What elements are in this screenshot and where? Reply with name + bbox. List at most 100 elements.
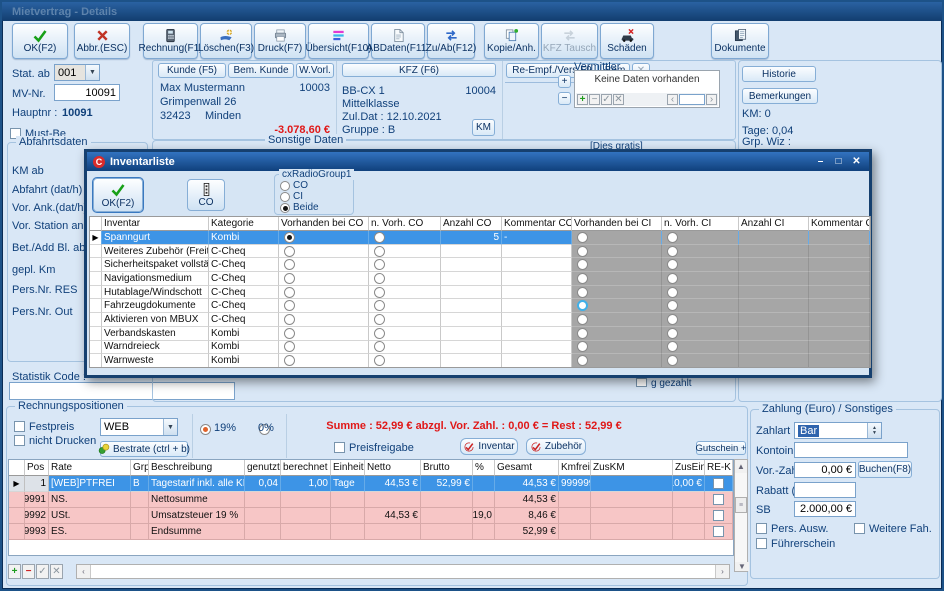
- inventar-button[interactable]: Inventar: [460, 438, 518, 455]
- inv-radio-co_vorhanden[interactable]: [284, 232, 295, 243]
- positions-vscrollbar[interactable]: ▲ ≡ ▼: [734, 459, 748, 572]
- pers-ausw-checkbox[interactable]: [756, 523, 767, 534]
- inv-radio-co_vorhanden[interactable]: [284, 259, 295, 270]
- toolbar-button-l-schen-f3[interactable]: Löschen(F3): [200, 23, 252, 59]
- inv-radio-co_vorhanden[interactable]: [284, 314, 295, 325]
- gutschein-button[interactable]: Gutschein +: [696, 441, 746, 455]
- scroll-left-icon[interactable]: ‹: [77, 565, 91, 578]
- position-row-ust[interactable]: 99992USt.Umsatzsteuer 19 %44,53 €19,08,4…: [9, 508, 733, 524]
- inv-radio-co_n_vorh[interactable]: [374, 259, 385, 270]
- bem-kunde-button[interactable]: Bem. Kunde: [228, 63, 294, 78]
- zahlart-combo[interactable]: Bar ▲▼: [794, 422, 882, 439]
- toolbar-button-dokumente[interactable]: Dokumente: [711, 23, 769, 59]
- inv-radio-co_vorhanden[interactable]: [284, 287, 295, 298]
- zubehoer-button[interactable]: Zubehör: [526, 438, 586, 455]
- inv-radio-ci_n_vorh[interactable]: [667, 232, 678, 243]
- rabatt-input[interactable]: [794, 482, 856, 498]
- position-row-es[interactable]: 99993ES.Endsumme52,99 €: [9, 524, 733, 540]
- preisfreigabe-checkbox[interactable]: [334, 442, 345, 453]
- position-row-web-ptfrei[interactable]: ▶1[WEB]PTFREIBTagestarif inkl. alle KM0,…: [9, 476, 733, 492]
- toolbar-button-bersicht-f10[interactable]: Übersicht(F10): [308, 23, 369, 59]
- inv-radio-co_n_vorh[interactable]: [374, 246, 385, 257]
- re-k-checkbox[interactable]: [713, 478, 724, 489]
- mv-nr-input[interactable]: [54, 84, 120, 101]
- row-confirm-icon[interactable]: ✓: [36, 564, 49, 579]
- inv-radio-co_vorhanden[interactable]: [284, 246, 295, 257]
- inventory-row-aktivieren-von-mbux[interactable]: Aktivieren von MBUXC-Cheq: [90, 313, 870, 327]
- bestrate-button[interactable]: Bestrate (ctrl + b): [100, 441, 188, 457]
- inv-radio-ci_vorhanden[interactable]: [577, 341, 588, 352]
- inventory-row-hutablage-windschott[interactable]: Hutablage/WindschottC-Cheq: [90, 286, 870, 300]
- nicht-drucken-checkbox[interactable]: [14, 435, 25, 446]
- re-k-checkbox[interactable]: [713, 494, 724, 505]
- inventory-row-spanngurt[interactable]: ▶SpanngurtKombi5-: [90, 231, 870, 245]
- sb-input[interactable]: [794, 501, 856, 517]
- km-button[interactable]: KM: [472, 119, 495, 136]
- vermittler-page-field[interactable]: [679, 94, 705, 105]
- inv-radio-ci_vorhanden[interactable]: [577, 287, 588, 298]
- scroll-up-icon[interactable]: ▲: [735, 460, 747, 473]
- inv-radio-co_n_vorh[interactable]: [374, 328, 385, 339]
- toolbar-button-rechnung-f1[interactable]: Rechnung(F1): [143, 23, 198, 59]
- minimize-icon[interactable]: –: [814, 156, 827, 167]
- inv-radio-co_n_vorh[interactable]: [374, 273, 385, 284]
- kfz-button[interactable]: KFZ (F6): [342, 63, 496, 77]
- maximize-icon[interactable]: □: [832, 156, 845, 167]
- scroll-down-icon[interactable]: ▼: [735, 562, 749, 571]
- inventory-row-weiteres-zubeh-r-freitext[interactable]: Weiteres Zubehör (Freitext)C-Cheq: [90, 245, 870, 259]
- kontoinh-input[interactable]: [794, 442, 908, 458]
- vermittler-plus-button[interactable]: +: [558, 75, 571, 88]
- prev-icon[interactable]: ‹: [667, 94, 678, 105]
- inv-radio-ci_n_vorh[interactable]: [667, 273, 678, 284]
- kunde-button[interactable]: Kunde (F5): [158, 63, 226, 78]
- inv-radio-ci_vorhanden[interactable]: [577, 300, 588, 311]
- inv-radio-ci_vorhanden[interactable]: [577, 314, 588, 325]
- dialog-co-button[interactable]: CO: [187, 179, 225, 211]
- inv-radio-ci_n_vorh[interactable]: [667, 259, 678, 270]
- inv-radio-ci_n_vorh[interactable]: [667, 287, 678, 298]
- inv-radio-ci_vorhanden[interactable]: [577, 232, 588, 243]
- confirm-icon[interactable]: ✓: [601, 94, 612, 105]
- inv-radio-ci_n_vorh[interactable]: [667, 300, 678, 311]
- inventory-row-sicherheitspaket-vollst-ndig[interactable]: Sicherheitspaket vollständigC-Cheq: [90, 258, 870, 272]
- w-vorl-button[interactable]: W.Vorl.: [296, 63, 334, 78]
- inv-radio-co_vorhanden[interactable]: [284, 355, 295, 366]
- row-cancel-icon[interactable]: ✕: [50, 564, 63, 579]
- inventory-row-warnweste[interactable]: WarnwesteKombi: [90, 354, 870, 368]
- inv-radio-ci_vorhanden[interactable]: [577, 246, 588, 257]
- vorzahl-input[interactable]: [794, 462, 856, 478]
- spinner-icon[interactable]: ▲▼: [867, 423, 881, 438]
- inv-radio-ci_vorhanden[interactable]: [577, 273, 588, 284]
- toolbar-button-abdaten-f11[interactable]: ABDaten(F11): [371, 23, 425, 59]
- toolbar-button-zu-ab-f12[interactable]: Zu/Ab(F12): [427, 23, 475, 59]
- toolbar-button-druck-f7[interactable]: Druck(F7): [254, 23, 306, 59]
- close-icon[interactable]: ✕: [850, 156, 863, 167]
- inventory-row-fahrzeugdokumente[interactable]: FahrzeugdokumenteC-Cheq: [90, 299, 870, 313]
- toolbar-button-abbr-esc[interactable]: Abbr.(ESC): [74, 23, 130, 59]
- tax-19-radio[interactable]: [200, 424, 211, 435]
- inv-radio-co_vorhanden[interactable]: [284, 328, 295, 339]
- festpreis-checkbox[interactable]: [14, 421, 25, 432]
- remove-icon[interactable]: −: [589, 94, 600, 105]
- inv-radio-co_n_vorh[interactable]: [374, 314, 385, 325]
- toolbar-button-kopie-anh[interactable]: Kopie/Anh.: [484, 23, 539, 59]
- add-icon[interactable]: +: [577, 94, 588, 105]
- inv-radio-ci_n_vorh[interactable]: [667, 341, 678, 352]
- inv-radio-co_n_vorh[interactable]: [374, 355, 385, 366]
- positions-hscrollbar[interactable]: ‹ ›: [76, 564, 730, 579]
- inventory-row-warndreieck[interactable]: WarndreieckKombi: [90, 341, 870, 355]
- fuehrerschein-checkbox[interactable]: [756, 538, 767, 549]
- inv-radio-co_n_vorh[interactable]: [374, 232, 385, 243]
- inv-radio-ci_n_vorh[interactable]: [667, 314, 678, 325]
- weitere-fah-checkbox[interactable]: [854, 523, 865, 534]
- chevron-down-icon[interactable]: ▼: [85, 65, 99, 80]
- radio-option-beide[interactable]: Beide: [280, 202, 319, 214]
- inv-radio-co_n_vorh[interactable]: [374, 300, 385, 311]
- cancel-icon[interactable]: ✕: [613, 94, 624, 105]
- inv-radio-co_n_vorh[interactable]: [374, 341, 385, 352]
- row-remove-icon[interactable]: −: [22, 564, 35, 579]
- dialog-ok-button[interactable]: OK(F2): [93, 178, 143, 212]
- tarif-combo[interactable]: WEB ▼: [100, 418, 178, 436]
- inv-radio-co_vorhanden[interactable]: [284, 341, 295, 352]
- inv-radio-ci_n_vorh[interactable]: [667, 328, 678, 339]
